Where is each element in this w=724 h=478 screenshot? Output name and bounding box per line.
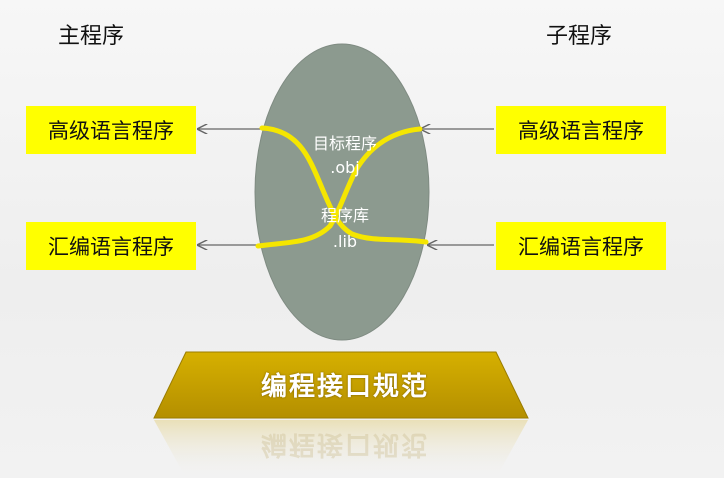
interface-spec-title-reflection: 编程接口规范 bbox=[260, 429, 429, 459]
left-high-level-box: 高级语言程序 bbox=[26, 106, 196, 154]
right-high-level-box: 高级语言程序 bbox=[496, 106, 666, 154]
library-extension: .lib bbox=[332, 232, 358, 251]
object-program-extension: .obj bbox=[330, 158, 360, 177]
right-assembly-box: 汇编语言程序 bbox=[496, 222, 666, 270]
library-oval bbox=[254, 43, 430, 341]
object-program-title: 目标程序 bbox=[312, 134, 377, 153]
library-title: 程序库 bbox=[320, 206, 369, 225]
left-assembly-box: 汇编语言程序 bbox=[26, 222, 196, 270]
interface-spec-title: 编程接口规范 bbox=[260, 372, 429, 402]
